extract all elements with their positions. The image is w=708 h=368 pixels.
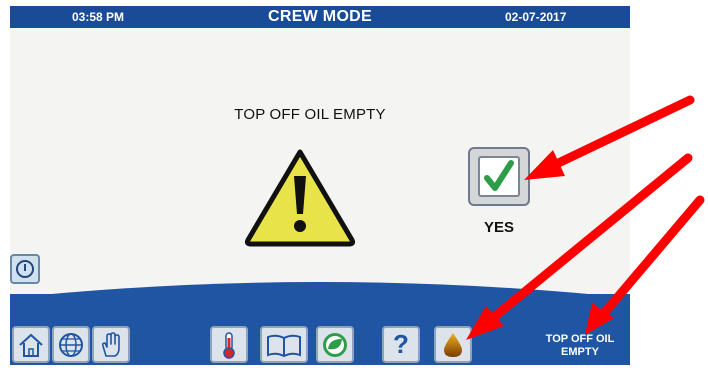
current-date: 02-07-2017 [505,10,567,24]
nav-home-button[interactable] [12,326,50,363]
nav-globe-button[interactable] [52,326,90,363]
warning-icon [244,149,356,247]
thermometer-icon [223,332,235,359]
checkmark-icon [484,160,514,191]
nav-manual-button[interactable] [260,326,308,363]
oil-drop-icon [444,333,462,357]
device-screen: 03:58 PM CREW MODE 02-07-2017 TOP OFF OI… [10,6,630,365]
nav-help-button[interactable]: ? [382,326,420,363]
help-icon: ? [393,329,409,359]
yes-label: YES [483,219,514,236]
confirm-box [478,156,520,197]
nav-eco-button[interactable] [316,326,354,363]
leaf-icon [323,333,347,357]
status-message: TOP OFF OIL EMPTY [530,333,630,359]
book-icon [267,334,301,358]
status-line-1: TOP OFF OIL [545,333,615,345]
hand-icon [101,332,120,357]
nav-oil-button[interactable] [434,326,472,363]
status-line-2: EMPTY [561,346,599,358]
header-bar: 03:58 PM CREW MODE 02-07-2017 [10,6,630,28]
alert-message: TOP OFF OIL EMPTY [234,106,386,123]
yes-confirm-button[interactable] [468,147,530,206]
nav-crew-button[interactable] [92,326,130,363]
nav-temperature-button[interactable] [210,326,248,363]
globe-icon [59,333,83,357]
home-icon [19,333,43,357]
